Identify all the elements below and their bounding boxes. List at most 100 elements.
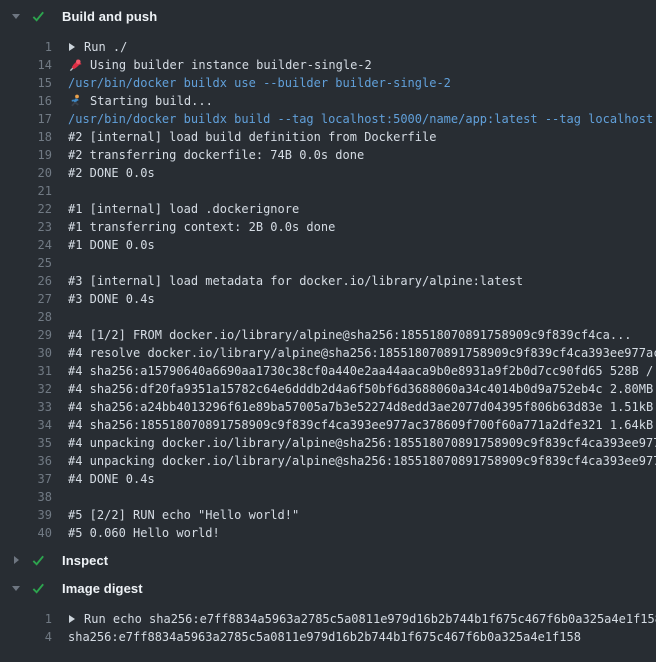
log-text-value[interactable]: Run ./: [84, 38, 127, 56]
section-header-inspect[interactable]: Inspect: [0, 548, 656, 572]
log-line: 36#4 unpacking docker.io/library/alpine@…: [0, 452, 656, 470]
line-number[interactable]: 4: [0, 628, 68, 646]
log-text: #4 unpacking docker.io/library/alpine@sh…: [68, 452, 656, 470]
line-number[interactable]: 16: [0, 92, 68, 110]
log-text-value: #4 DONE 0.4s: [68, 470, 155, 488]
log-text: Run ./: [68, 38, 656, 56]
log-text-value: #4 sha256:a24bb4013296f61e89ba57005a7b3e…: [68, 398, 656, 416]
log-line: 40#5 0.060 Hello world!: [0, 524, 656, 542]
log-text-value: #4 unpacking docker.io/library/alpine@sh…: [68, 434, 656, 452]
log-text: Using builder instance builder-single-2: [68, 56, 656, 74]
log-line: 37#4 DONE 0.4s: [0, 470, 656, 488]
section-title-build-and-push: Build and push: [62, 9, 157, 24]
check-icon: [31, 581, 46, 596]
log-text-value: #1 [internal] load .dockerignore: [68, 200, 299, 218]
log-body-build-and-push: 1Run ./14Using builder instance builder-…: [0, 38, 656, 542]
log-text-value: #3 DONE 0.4s: [68, 290, 155, 308]
line-number[interactable]: 35: [0, 434, 68, 452]
log-text-value: #4 resolve docker.io/library/alpine@sha2…: [68, 344, 656, 362]
chevron-right-icon[interactable]: [68, 42, 76, 52]
line-number[interactable]: 25: [0, 254, 68, 272]
log-text: [68, 182, 656, 200]
line-number[interactable]: 17: [0, 110, 68, 128]
log-text: #2 [internal] load build definition from…: [68, 128, 656, 146]
log-text: #5 [2/2] RUN echo "Hello world!": [68, 506, 656, 524]
line-number[interactable]: 31: [0, 362, 68, 380]
line-number[interactable]: 37: [0, 470, 68, 488]
log-text: #3 [internal] load metadata for docker.i…: [68, 272, 656, 290]
line-number[interactable]: 24: [0, 236, 68, 254]
line-number[interactable]: 20: [0, 164, 68, 182]
line-number[interactable]: 34: [0, 416, 68, 434]
log-line: 20#2 DONE 0.0s: [0, 164, 656, 182]
log-text: #5 0.060 Hello world!: [68, 524, 656, 542]
log-line: 38: [0, 488, 656, 506]
section-image-digest: Image digest 1 Run echo sha256:e7ff8834a59…: [0, 576, 656, 646]
log-text-value: #2 DONE 0.0s: [68, 164, 155, 182]
log-line: 31#4 sha256:a15790640a6690aa1730c38cf0a4…: [0, 362, 656, 380]
log-text-value: #4 sha256:185518070891758909c9f839cf4ca3…: [68, 416, 656, 434]
line-number[interactable]: 36: [0, 452, 68, 470]
log-line: 17/usr/bin/docker buildx build --tag loc…: [0, 110, 656, 128]
line-number[interactable]: 28: [0, 308, 68, 326]
line-number[interactable]: 29: [0, 326, 68, 344]
log-line: 32#4 sha256:df20fa9351a15782c64e6dddb2d4…: [0, 380, 656, 398]
log-text-value: #5 0.060 Hello world!: [68, 524, 220, 542]
line-number[interactable]: 19: [0, 146, 68, 164]
log-text-value[interactable]: Run echo sha256:e7ff8834a5963a2785c5a081…: [84, 610, 656, 628]
log-text: #4 sha256:a15790640a6690aa1730c38cf0a440…: [68, 362, 656, 380]
log-text-value: #3 [internal] load metadata for docker.i…: [68, 272, 523, 290]
log-text-value: /usr/bin/docker buildx use --builder bui…: [68, 74, 451, 92]
check-icon: [31, 9, 46, 24]
chevron-right-icon[interactable]: [68, 614, 76, 624]
line-number[interactable]: 14: [0, 56, 68, 74]
log-text: #4 sha256:185518070891758909c9f839cf4ca3…: [68, 416, 656, 434]
log-text: #2 transferring dockerfile: 74B 0.0s don…: [68, 146, 656, 164]
line-number[interactable]: 27: [0, 290, 68, 308]
line-number[interactable]: 39: [0, 506, 68, 524]
line-number[interactable]: 1: [0, 38, 68, 56]
line-number[interactable]: 40: [0, 524, 68, 542]
line-number[interactable]: 26: [0, 272, 68, 290]
log-line: 27#3 DONE 0.4s: [0, 290, 656, 308]
log-line: 26#3 [internal] load metadata for docker…: [0, 272, 656, 290]
log-text: #4 sha256:a24bb4013296f61e89ba57005a7b3e…: [68, 398, 656, 416]
log-text-value: #1 transferring context: 2B 0.0s done: [68, 218, 335, 236]
log-text: #4 DONE 0.4s: [68, 470, 656, 488]
log-text: #1 transferring context: 2B 0.0s done: [68, 218, 656, 236]
log-text: [68, 254, 656, 272]
log-text-value: Starting build...: [90, 92, 213, 110]
log-line: 14Using builder instance builder-single-…: [0, 56, 656, 74]
line-number[interactable]: 30: [0, 344, 68, 362]
log-line: 35#4 unpacking docker.io/library/alpine@…: [0, 434, 656, 452]
section-header-build-and-push[interactable]: Build and push: [0, 4, 656, 28]
line-number[interactable]: 22: [0, 200, 68, 218]
section-inspect: Inspect: [0, 548, 656, 572]
log-line: 1 Run ./: [0, 38, 656, 56]
log-text-value: #4 sha256:df20fa9351a15782c64e6dddb2d4a6…: [68, 380, 656, 398]
log-line: 19#2 transferring dockerfile: 74B 0.0s d…: [0, 146, 656, 164]
line-number[interactable]: 21: [0, 182, 68, 200]
line-number[interactable]: 38: [0, 488, 68, 506]
log-line: 4sha256:e7ff8834a5963a2785c5a0811e979d16…: [0, 628, 656, 646]
log-line: 24#1 DONE 0.0s: [0, 236, 656, 254]
log-text: [68, 488, 656, 506]
log-text-value: /usr/bin/docker buildx build --tag local…: [68, 110, 656, 128]
caret-down-icon: [10, 583, 22, 593]
line-number[interactable]: 32: [0, 380, 68, 398]
line-number[interactable]: 15: [0, 74, 68, 92]
log-text: #4 sha256:df20fa9351a15782c64e6dddb2d4a6…: [68, 380, 656, 398]
section-header-image-digest[interactable]: Image digest: [0, 576, 656, 600]
line-number[interactable]: 1: [0, 610, 68, 628]
log-text: #4 resolve docker.io/library/alpine@sha2…: [68, 344, 656, 362]
log-body-image-digest: 1 Run echo sha256:e7ff8834a5963a2785c5a08…: [0, 610, 656, 646]
section-title-image-digest: Image digest: [62, 581, 143, 596]
log-line: 39#5 [2/2] RUN echo "Hello world!": [0, 506, 656, 524]
line-number[interactable]: 18: [0, 128, 68, 146]
line-number[interactable]: 23: [0, 218, 68, 236]
line-number[interactable]: 33: [0, 398, 68, 416]
log-line: 21: [0, 182, 656, 200]
workflow-log-viewer: Build and push1Run ./14Using builder ins…: [0, 4, 656, 646]
log-text-value: #4 sha256:a15790640a6690aa1730c38cf0a440…: [68, 362, 656, 380]
log-line: 29#4 [1/2] FROM docker.io/library/alpine…: [0, 326, 656, 344]
